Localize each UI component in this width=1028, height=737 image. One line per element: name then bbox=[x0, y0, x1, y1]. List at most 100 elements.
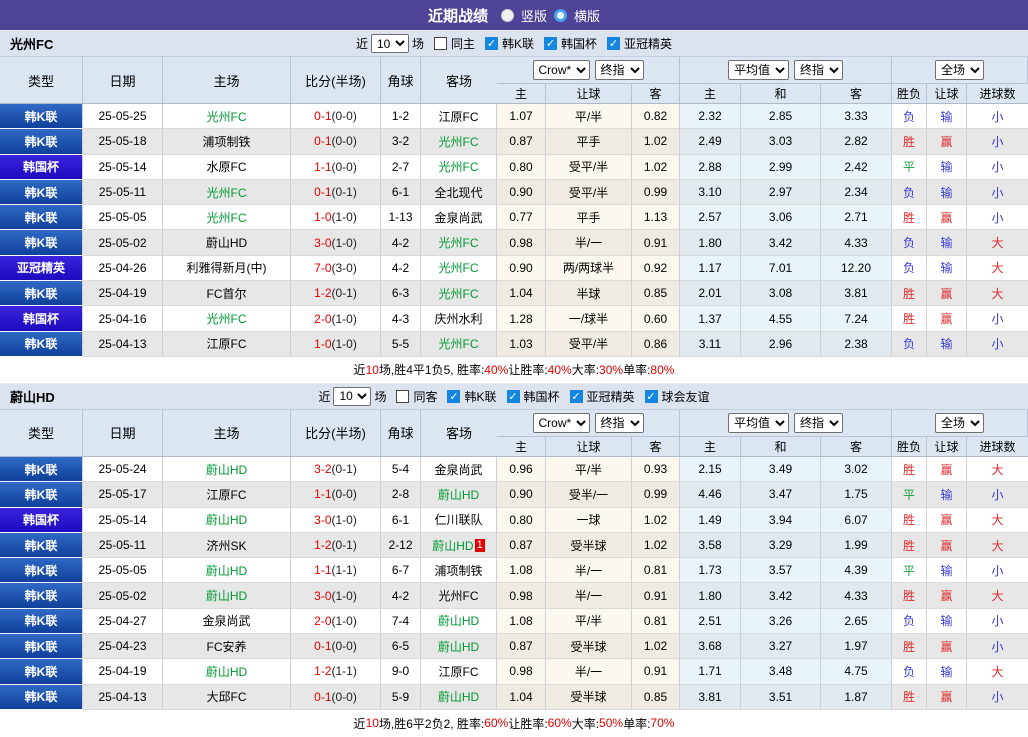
handicap-result-cell: 输 bbox=[927, 154, 967, 180]
avg-away-cell: 2.34 bbox=[821, 179, 892, 206]
odds-company-select[interactable]: Crow* bbox=[532, 60, 590, 80]
home-odds-cell: 1.03 bbox=[497, 331, 546, 357]
home-team: 光州FC bbox=[163, 179, 291, 206]
result-cell: 胜 bbox=[892, 507, 927, 533]
away-odds-cell: 0.81 bbox=[632, 558, 680, 584]
half-time-score: (3-0) bbox=[331, 260, 357, 275]
checkbox-acl-elite[interactable]: ✓ bbox=[607, 37, 621, 50]
type-cell: 韩K联 bbox=[0, 205, 83, 231]
summary-text: 近 10 场,胜4平1负5, 胜率: 40% 让胜率: 40% 大率: 30% 单率: 80… bbox=[0, 356, 1028, 383]
column-header-5: 客场 bbox=[445, 426, 472, 442]
avg-away-cell: 1.87 bbox=[821, 684, 892, 710]
match-row: 韩K联 25-05-11 光州FC 0-1 (0-1) 6-1 全北现代 0.90 受平/半 0.… bbox=[0, 179, 1028, 206]
corner-cell: 5-5 bbox=[381, 331, 421, 357]
avg-home-cell: 1.49 bbox=[680, 507, 741, 533]
corner-cell: 5-9 bbox=[381, 684, 421, 710]
recent-count-select[interactable]: 10 bbox=[370, 34, 409, 53]
checkbox-label-acl-elite: 亚冠精英 bbox=[624, 37, 673, 51]
type-cell: 韩K联 bbox=[0, 684, 83, 710]
away-team: 浦项制铁 bbox=[421, 558, 497, 584]
sub-header-avg-home: 主 bbox=[680, 84, 741, 103]
away-team: 蔚山HD bbox=[421, 482, 497, 508]
odds-company-select[interactable]: Crow* bbox=[532, 412, 590, 433]
checkbox-korea-cup[interactable]: ✓ bbox=[544, 37, 558, 50]
scope-select[interactable]: 全场 bbox=[935, 412, 984, 433]
final-odds-select[interactable]: 终指 bbox=[594, 60, 644, 80]
home-odds-cell: 0.80 bbox=[497, 507, 546, 533]
home-team: 金泉尚武 bbox=[163, 608, 291, 635]
sub-header-avg-home: 主 bbox=[680, 436, 741, 456]
team-section: 蔚山HD近10场✓同客✓韩K联✓韩国杯✓亚冠精英✓球会友谊类型日期主场比分(半场… bbox=[0, 382, 1028, 737]
half-time-score: (1-1) bbox=[331, 563, 357, 578]
full-time-score: 1-1 bbox=[314, 563, 332, 578]
sub-header-away-odds: 客 bbox=[632, 436, 680, 456]
match-table-body: 韩K联 25-05-25 光州FC 0-1 (0-0) 1-2 江原FC 1.07 平/半 0.8… bbox=[0, 104, 1028, 357]
summary-value: 60% bbox=[484, 716, 509, 731]
checkbox-same-home[interactable]: ✓ bbox=[433, 37, 447, 50]
away-odds-cell: 1.02 bbox=[632, 634, 680, 660]
goals-result-cell: 小 bbox=[967, 154, 1028, 180]
handicap-cell: 半/一 bbox=[546, 230, 632, 256]
checkbox-korea-cup[interactable]: ✓ bbox=[506, 389, 520, 403]
avg-away-cell: 4.33 bbox=[821, 583, 892, 609]
score-cell: 1-1 (1-1) bbox=[291, 558, 381, 584]
checkbox-club-friendly[interactable]: ✓ bbox=[644, 389, 658, 403]
corner-cell: 3-2 bbox=[381, 129, 421, 155]
average-odds-select[interactable]: 平均值 bbox=[728, 412, 789, 433]
summary-label: 近 bbox=[353, 363, 366, 378]
full-time-score: 0-1 bbox=[314, 639, 332, 654]
away-odds-cell: 1.13 bbox=[632, 205, 680, 231]
home-team: 大邱FC bbox=[163, 684, 291, 710]
checkbox-k-league[interactable]: ✓ bbox=[485, 37, 498, 50]
half-time-score: (0-1) bbox=[331, 538, 357, 552]
sub-header-goals: 进球数 bbox=[979, 439, 1016, 454]
checkbox-label-acl-elite: 亚冠精英 bbox=[586, 389, 635, 404]
summary-value: 50% bbox=[599, 716, 624, 731]
section-filter-row: 蔚山HD近10场✓同客✓韩K联✓韩国杯✓亚冠精英✓球会友谊 bbox=[0, 382, 1028, 409]
type-cell: 韩K联 bbox=[0, 179, 83, 206]
avg-home-cell: 3.10 bbox=[680, 179, 741, 206]
sub-header-handicap: 让球 bbox=[546, 436, 632, 456]
home-odds-cell: 1.04 bbox=[497, 281, 546, 307]
match-row: 韩国杯 25-05-14 蔚山HD 3-0 (1-0) 6-1 仁川联队 0.80 一球 1.02… bbox=[0, 507, 1028, 533]
corner-cell: 6-5 bbox=[381, 634, 421, 660]
corner-cell: 6-1 bbox=[381, 507, 421, 533]
checkbox-same-away[interactable]: ✓ bbox=[396, 389, 410, 403]
final-odds-select-2[interactable]: 终指 bbox=[794, 60, 843, 80]
near-label: 近 bbox=[318, 389, 331, 404]
result-cell: 胜 bbox=[892, 634, 927, 660]
checkbox-k-league[interactable]: ✓ bbox=[447, 389, 461, 403]
date-cell: 25-05-11 bbox=[83, 179, 163, 206]
type-cell: 韩K联 bbox=[0, 608, 83, 635]
final-odds-select[interactable]: 终指 bbox=[594, 412, 644, 433]
type-cell: 韩K联 bbox=[0, 558, 83, 584]
radio-horizontal-layout[interactable] bbox=[554, 8, 567, 22]
score-cell: 0-1 (0-0) bbox=[291, 684, 381, 710]
home-team: 蔚山HD bbox=[163, 659, 291, 685]
handicap-cell: 受平/半 bbox=[546, 331, 632, 357]
goals-result-cell: 大 bbox=[967, 456, 1028, 483]
match-row: 韩K联 25-04-27 金泉尚武 2-0 (1-0) 7-4 蔚山HD 1.08 平/半 0.8… bbox=[0, 608, 1028, 635]
full-time-score: 0-1 bbox=[314, 109, 332, 124]
home-odds-cell: 0.96 bbox=[497, 456, 546, 483]
checkbox-acl-elite[interactable]: ✓ bbox=[569, 389, 583, 403]
home-team: 水原FC bbox=[163, 154, 291, 180]
away-odds-cell: 1.02 bbox=[632, 129, 680, 155]
home-team: 蔚山HD bbox=[163, 558, 291, 584]
average-odds-select[interactable]: 平均值 bbox=[728, 60, 789, 80]
final-odds-select-2[interactable]: 终指 bbox=[794, 412, 843, 433]
result-cell: 负 bbox=[892, 104, 927, 130]
away-odds-cell: 0.81 bbox=[632, 608, 680, 635]
checkbox-label-k-league: 韩K联 bbox=[502, 37, 535, 51]
avg-home-cell: 1.80 bbox=[680, 583, 741, 609]
handicap-result-cell: 赢 bbox=[927, 205, 967, 231]
scope-select[interactable]: 全场 bbox=[935, 60, 984, 80]
avg-draw-cell: 3.51 bbox=[741, 684, 821, 710]
away-team-name: 光州FC bbox=[438, 589, 479, 604]
radio-vertical-layout[interactable] bbox=[500, 8, 514, 22]
away-team-name: 蔚山HD bbox=[437, 639, 480, 654]
recent-count-select[interactable]: 10 bbox=[333, 386, 372, 406]
avg-home-cell: 2.01 bbox=[680, 281, 741, 307]
checkbox-label-k-league: 韩K联 bbox=[464, 389, 497, 404]
handicap-result-cell: 输 bbox=[927, 608, 967, 635]
